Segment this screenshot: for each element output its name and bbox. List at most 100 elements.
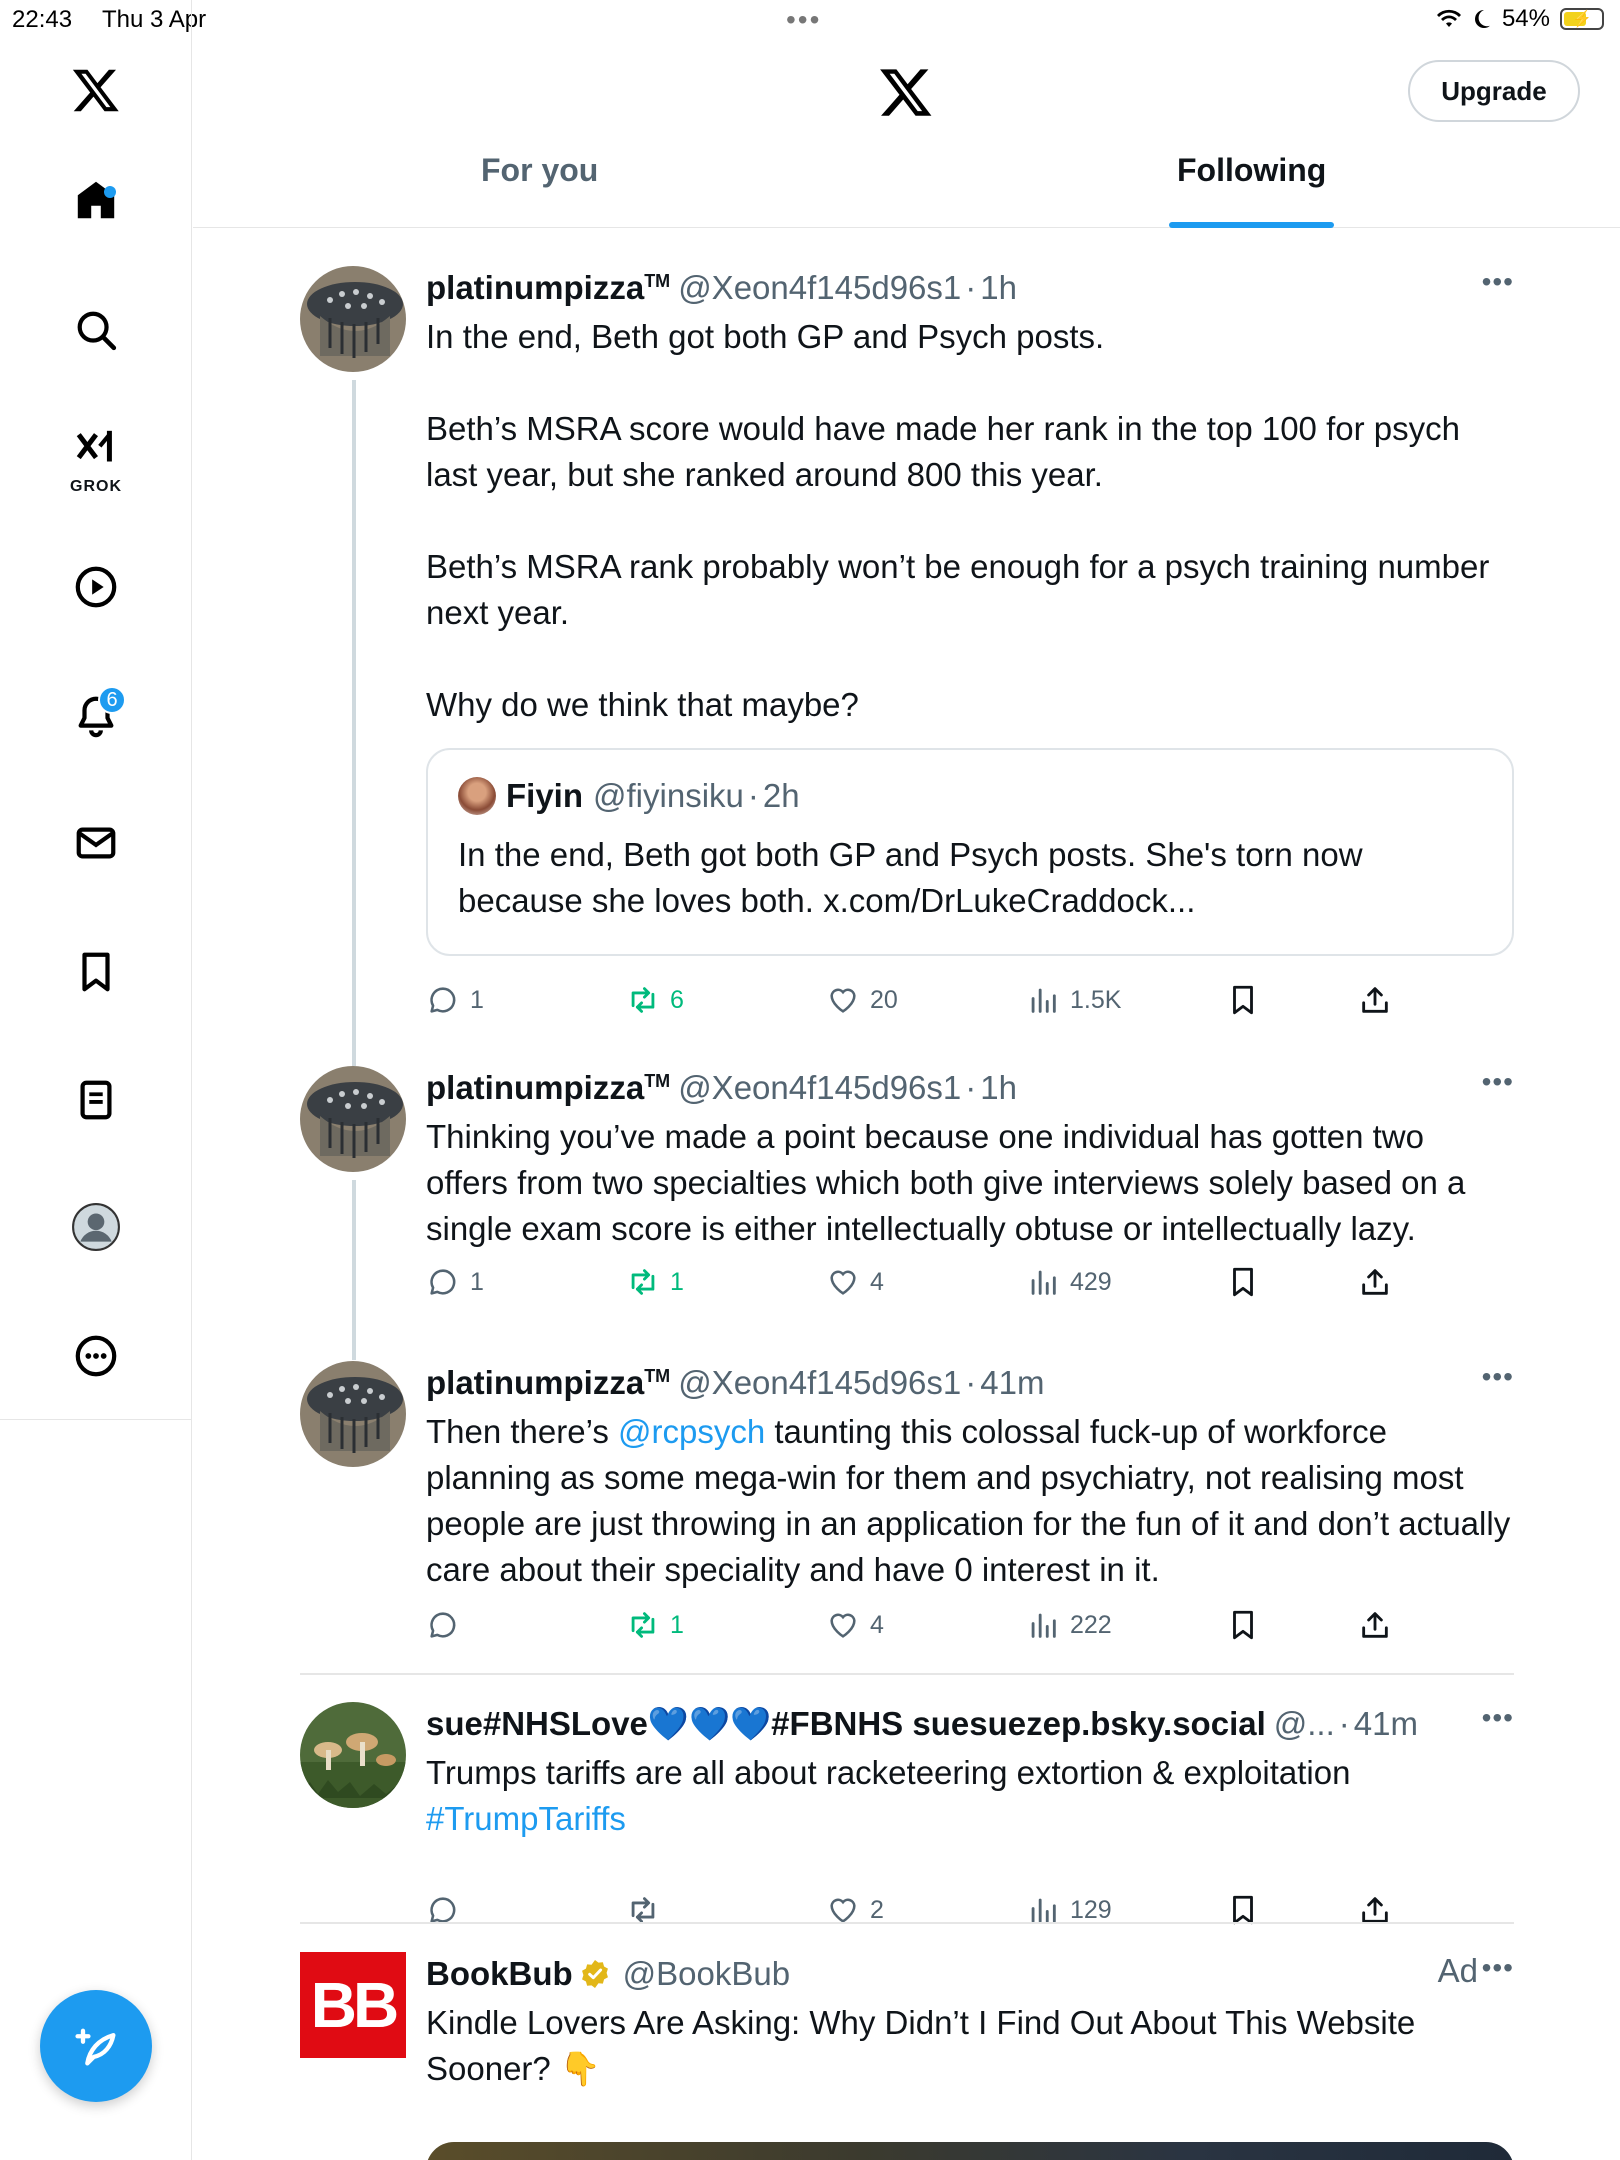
post-author-handle[interactable]: @Xeon4f145d96s1 xyxy=(678,1364,961,1402)
x-logo-icon[interactable] xyxy=(48,50,144,130)
sidebar-item-more[interactable] xyxy=(48,1316,144,1396)
bookmark-button[interactable] xyxy=(1226,1605,1260,1645)
tab-for-you[interactable]: For you xyxy=(481,152,598,228)
post-header: platinumpizzaTM @Xeon4f145d96s1 · 1h ••• xyxy=(426,1066,1514,1107)
share-button[interactable] xyxy=(1358,1890,1392,1930)
quoted-text: In the end, Beth got both GP and Psych p… xyxy=(458,836,1363,919)
mention-link[interactable]: @rcpsych xyxy=(618,1413,765,1450)
post-timestamp[interactable]: 41m xyxy=(980,1364,1044,1402)
post-author-handle[interactable]: @BookBub xyxy=(623,1955,790,1993)
upgrade-button[interactable]: Upgrade xyxy=(1408,60,1580,122)
tab-following[interactable]: Following xyxy=(1169,152,1335,228)
sidebar-item-videos[interactable] xyxy=(48,547,144,627)
bookmark-button[interactable] xyxy=(1226,1262,1260,1302)
share-button[interactable] xyxy=(1358,1262,1392,1302)
ad-label: Ad xyxy=(1437,1952,1478,1989)
post-author-name[interactable]: platinumpizzaTM xyxy=(426,1069,670,1107)
like-button[interactable]: 4 xyxy=(826,1262,884,1302)
sidebar-item-lists[interactable] xyxy=(48,1060,144,1140)
sidebar: GROK 6 xyxy=(0,0,192,2160)
share-icon xyxy=(1362,1612,1388,1638)
post-timestamp[interactable]: 41m xyxy=(1354,1705,1418,1743)
reply-button[interactable] xyxy=(426,1890,470,1930)
profile-avatar-icon xyxy=(72,1203,120,1251)
post-more-icon[interactable]: ••• xyxy=(1482,1066,1514,1098)
share-button[interactable] xyxy=(1358,980,1392,1020)
post-timestamp[interactable]: 1h xyxy=(980,1069,1017,1107)
like-button[interactable]: 2 xyxy=(826,1890,884,1930)
post-author-handle[interactable]: @... xyxy=(1274,1705,1335,1743)
compose-feather-icon xyxy=(75,2028,116,2066)
like-button[interactable]: 4 xyxy=(826,1605,884,1645)
moon-icon xyxy=(1474,10,1490,28)
reply-button[interactable]: 1 xyxy=(426,980,484,1020)
sidebar-item-bookmarks[interactable] xyxy=(48,932,144,1012)
views-button[interactable]: 1.5K xyxy=(1026,980,1121,1020)
post-author-name[interactable]: sue#NHSLove💙💙💙#FBNHS suesuezep.bsky.soci… xyxy=(426,1705,1266,1744)
home-unread-dot xyxy=(104,186,116,198)
post-divider xyxy=(300,1673,1514,1675)
post-header: platinumpizzaTM @Xeon4f145d96s1 · 41m ••… xyxy=(426,1361,1514,1402)
sidebar-item-notifications[interactable]: 6 xyxy=(48,676,144,756)
post-author-name[interactable]: platinumpizzaTM xyxy=(426,269,670,307)
reply-button[interactable] xyxy=(426,1605,470,1645)
views-button[interactable]: 222 xyxy=(1026,1605,1112,1645)
sidebar-item-profile[interactable] xyxy=(48,1187,144,1267)
quoted-post[interactable]: Fiyin @fiyinsiku · 2h In the end, Beth g… xyxy=(426,748,1514,956)
post-more-icon[interactable]: ••• xyxy=(1482,266,1514,298)
like-button[interactable]: 20 xyxy=(826,980,898,1020)
post-timestamp[interactable]: 1h xyxy=(980,269,1017,307)
post-author-name[interactable]: platinumpizzaTM xyxy=(426,1364,670,1402)
x-logo-icon xyxy=(880,69,932,116)
sidebar-item-grok[interactable]: GROK xyxy=(48,420,144,500)
ad-media-image[interactable] xyxy=(426,2142,1514,2160)
active-tab-indicator xyxy=(1169,222,1335,228)
post-author-handle[interactable]: @Xeon4f145d96s1 xyxy=(678,269,961,307)
mail-icon xyxy=(76,827,116,859)
avatar[interactable] xyxy=(300,1702,406,1808)
post-text: Thinking you’ve made a point because one… xyxy=(426,1118,1466,1247)
sidebar-item-explore[interactable] xyxy=(48,290,144,370)
repost-button[interactable] xyxy=(626,1890,670,1930)
repost-button[interactable]: 1 xyxy=(626,1262,684,1302)
sidebar-item-home[interactable] xyxy=(48,160,144,240)
views-button[interactable]: 429 xyxy=(1026,1262,1112,1302)
post-actions: 1 1 4 429 xyxy=(426,1262,1426,1302)
reply-icon xyxy=(430,1269,456,1295)
status-bar: 22:43 Thu 3 Apr ••• 54% ⚡ xyxy=(0,0,1620,40)
repost-button[interactable]: 6 xyxy=(626,980,684,1020)
share-icon xyxy=(1362,1269,1388,1295)
post-author-handle[interactable]: @Xeon4f145d96s1 xyxy=(678,1069,961,1107)
bookbub-logo[interactable]: BB xyxy=(300,1952,406,2058)
repost-button[interactable]: 1 xyxy=(626,1605,684,1645)
post-more-icon[interactable]: ••• xyxy=(1482,1361,1514,1393)
quoted-timestamp: 2h xyxy=(762,777,800,814)
multitasking-dots-icon[interactable]: ••• xyxy=(786,4,821,36)
avatar[interactable] xyxy=(300,1361,406,1467)
post-actions: 2 129 xyxy=(426,1890,1426,1930)
wifi-icon xyxy=(1436,9,1461,27)
post-divider xyxy=(300,1922,1514,1924)
search-icon xyxy=(77,311,117,351)
share-button[interactable] xyxy=(1358,1605,1392,1645)
bookmark-button[interactable] xyxy=(1226,980,1260,1020)
grok-label: GROK xyxy=(70,478,122,495)
compose-post-button[interactable] xyxy=(40,1990,152,2102)
repost-icon xyxy=(631,987,655,1013)
reply-button[interactable]: 1 xyxy=(426,1262,484,1302)
quoted-avatar xyxy=(458,777,496,815)
views-button[interactable]: 129 xyxy=(1026,1890,1112,1930)
post-more-icon[interactable]: ••• xyxy=(1482,1952,1514,1984)
heart-icon xyxy=(830,988,856,1013)
avatar[interactable] xyxy=(300,1066,406,1172)
post-more-icon[interactable]: ••• xyxy=(1482,1702,1514,1734)
battery-percent: 54% xyxy=(1501,5,1550,32)
sidebar-item-messages[interactable] xyxy=(48,803,144,883)
hashtag-link[interactable]: #TrumpTariffs xyxy=(426,1796,1514,1842)
bookmark-icon xyxy=(82,952,110,992)
avatar[interactable] xyxy=(300,266,406,372)
verified-badge-icon xyxy=(581,1960,608,1988)
post-author-name[interactable]: BookBub xyxy=(426,1955,573,1993)
bookmark-button[interactable] xyxy=(1226,1890,1260,1930)
views-chart-icon xyxy=(1031,1270,1056,1295)
